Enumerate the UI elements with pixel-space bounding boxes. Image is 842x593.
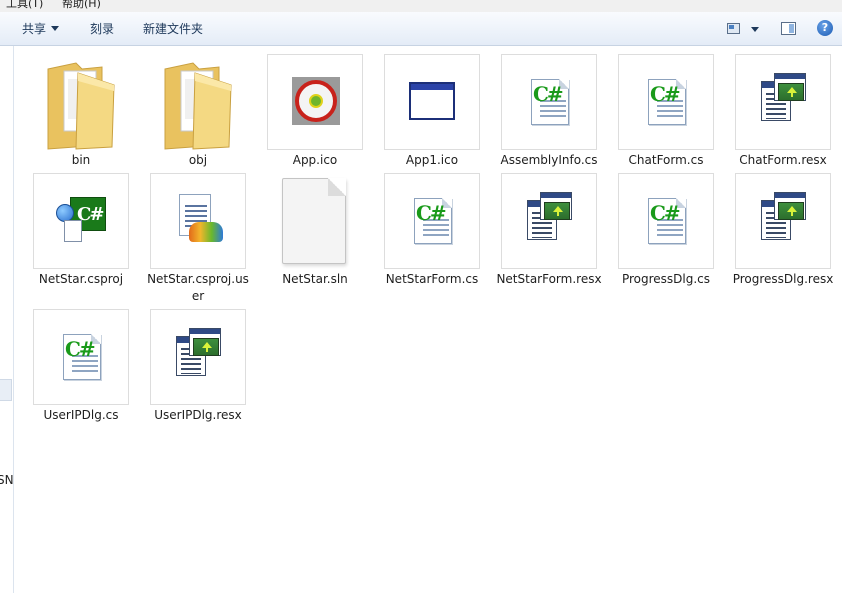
file-name: NetStarForm.resx [496,272,602,286]
blank-file-icon [282,178,346,264]
file-item-bin[interactable]: bin [33,54,129,169]
help-glyph: ? [821,21,829,34]
file-name: NetStar.csproj.user [147,272,249,303]
file-item-netstarform-resx[interactable]: NetStarForm.resx [496,173,602,288]
thumbnail [735,173,831,269]
help-icon[interactable]: ? [817,20,833,36]
navigation-pane[interactable]: SN [0,46,14,593]
file-item-app-ico[interactable]: App.ico [267,54,363,169]
thumbnail [384,54,480,150]
new-folder-button[interactable]: 新建文件夹 [143,20,203,38]
thumbnail: C# [501,54,597,150]
file-item-progressdlg-resx[interactable]: ProgressDlg.resx [733,173,833,288]
file-name: NetStar.sln [282,272,348,286]
burn-label: 刻录 [90,22,115,36]
file-item-useripdlg-resx[interactable]: UserIPDlg.resx [150,309,246,424]
file-name: App1.ico [405,153,459,167]
file-item-netstar-csproj-user[interactable]: NetStar.csproj.user [147,173,249,305]
file-name: ProgressDlg.resx [732,272,834,286]
nav-selected-item[interactable] [0,379,12,401]
folder-icon [47,62,115,150]
thumbnail: C# [33,309,129,405]
file-name: UserIPDlg.cs [43,408,119,422]
file-name: obj [188,153,208,167]
command-toolbar: 共享 刻录 新建文件夹 [0,12,842,46]
file-name: ProgressDlg.cs [621,272,711,286]
file-name: NetStar.csproj [38,272,124,286]
view-options-chevron-down-icon[interactable] [751,27,759,32]
thumbnail [150,309,246,405]
file-item-netstar-csproj[interactable]: C# NetStar.csproj [33,173,129,288]
csharp-file-icon: C# [648,198,686,244]
change-view-icon[interactable] [727,23,740,34]
thumbnail: C# [33,173,129,269]
file-item-netstarform-cs[interactable]: C# NetStarForm.cs [384,173,480,288]
file-name: ChatForm.cs [628,153,704,167]
menu-tools[interactable]: 工具(T) [6,0,43,9]
csharp-file-icon: C# [531,79,569,125]
menu-help[interactable]: 帮助(H) [62,0,101,9]
csharp-file-icon: C# [414,198,452,244]
folder-icon [164,62,232,150]
thumbnail [267,173,363,269]
emblem-icon [292,77,340,125]
file-item-chatform-cs[interactable]: C# ChatForm.cs [618,54,714,169]
file-name: App.ico [292,153,338,167]
csharp-file-icon: C# [63,334,101,380]
thumbnail [267,54,363,150]
csharp-file-icon: C# [648,79,686,125]
chevron-down-icon [51,26,60,31]
file-item-app1-ico[interactable]: App1.ico [384,54,480,169]
file-item-progressdlg-cs[interactable]: C# ProgressDlg.cs [618,173,714,288]
file-name: NetStarForm.cs [385,272,479,286]
file-list-view[interactable]: bin obj App.ico App1.ico C# AssemblyInfo… [15,46,842,593]
thumbnail: C# [384,173,480,269]
file-item-chatform-resx[interactable]: ChatForm.resx [735,54,831,169]
nav-item-partial[interactable]: SN [0,473,13,487]
file-name: AssemblyInfo.cs [500,153,598,167]
thumbnail [501,173,597,269]
file-item-netstar-sln[interactable]: NetStar.sln [267,173,363,288]
thumbnail: C# [618,54,714,150]
file-name: bin [71,153,91,167]
file-item-assemblyinfo-cs[interactable]: C# AssemblyInfo.cs [500,54,598,169]
file-name: UserIPDlg.resx [154,408,242,422]
preview-pane-icon[interactable] [781,22,796,35]
thumbnail [735,54,831,150]
new-folder-label: 新建文件夹 [143,22,204,36]
menu-bar: 工具(T) 帮助(H) [0,0,842,12]
file-item-obj[interactable]: obj [150,54,246,169]
thumbnail [150,54,246,150]
thumbnail: C# [618,173,714,269]
burn-button[interactable]: 刻录 [90,20,114,38]
thumbnail [150,173,246,269]
share-button[interactable]: 共享 [22,20,60,38]
file-item-useripdlg-cs[interactable]: C# UserIPDlg.cs [33,309,129,424]
share-label: 共享 [22,22,47,36]
thumbnail [33,54,129,150]
window-icon [409,82,455,120]
file-name: ChatForm.resx [739,153,827,167]
